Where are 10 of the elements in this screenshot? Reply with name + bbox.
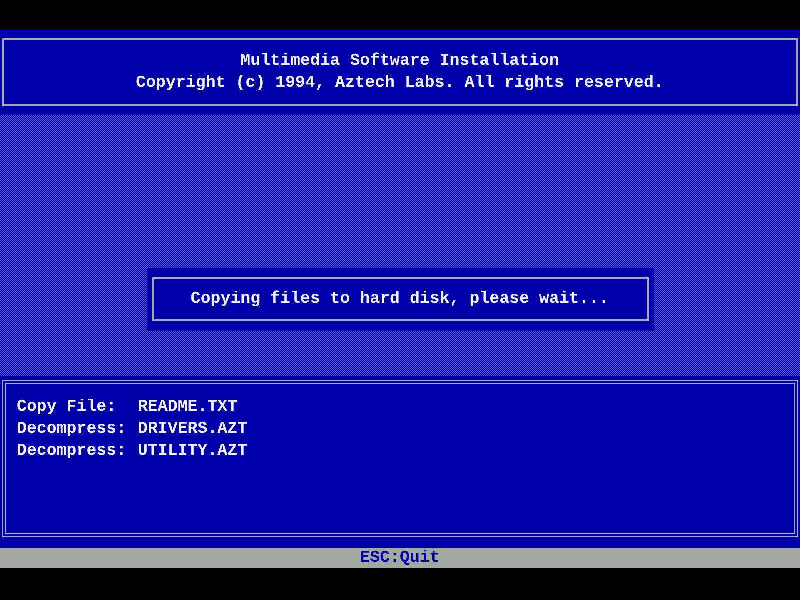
copyright-notice: Copyright (c) 1994, Aztech Labs. All rights reserved.	[136, 72, 664, 94]
log-file-name: README.TXT	[138, 396, 238, 418]
log-action: Copy File:	[17, 396, 118, 418]
progress-message: Copying files to hard disk, please wait...	[190, 288, 610, 310]
key-hint: ESC:Quit	[360, 548, 440, 568]
log-action: Decompress:	[17, 418, 128, 440]
program-title: Multimedia Software Installation	[240, 50, 560, 72]
log-file-name: UTILITY.AZT	[138, 440, 248, 462]
log-action: Decompress:	[17, 440, 128, 462]
log-file-name: DRIVERS.AZT	[138, 418, 248, 440]
